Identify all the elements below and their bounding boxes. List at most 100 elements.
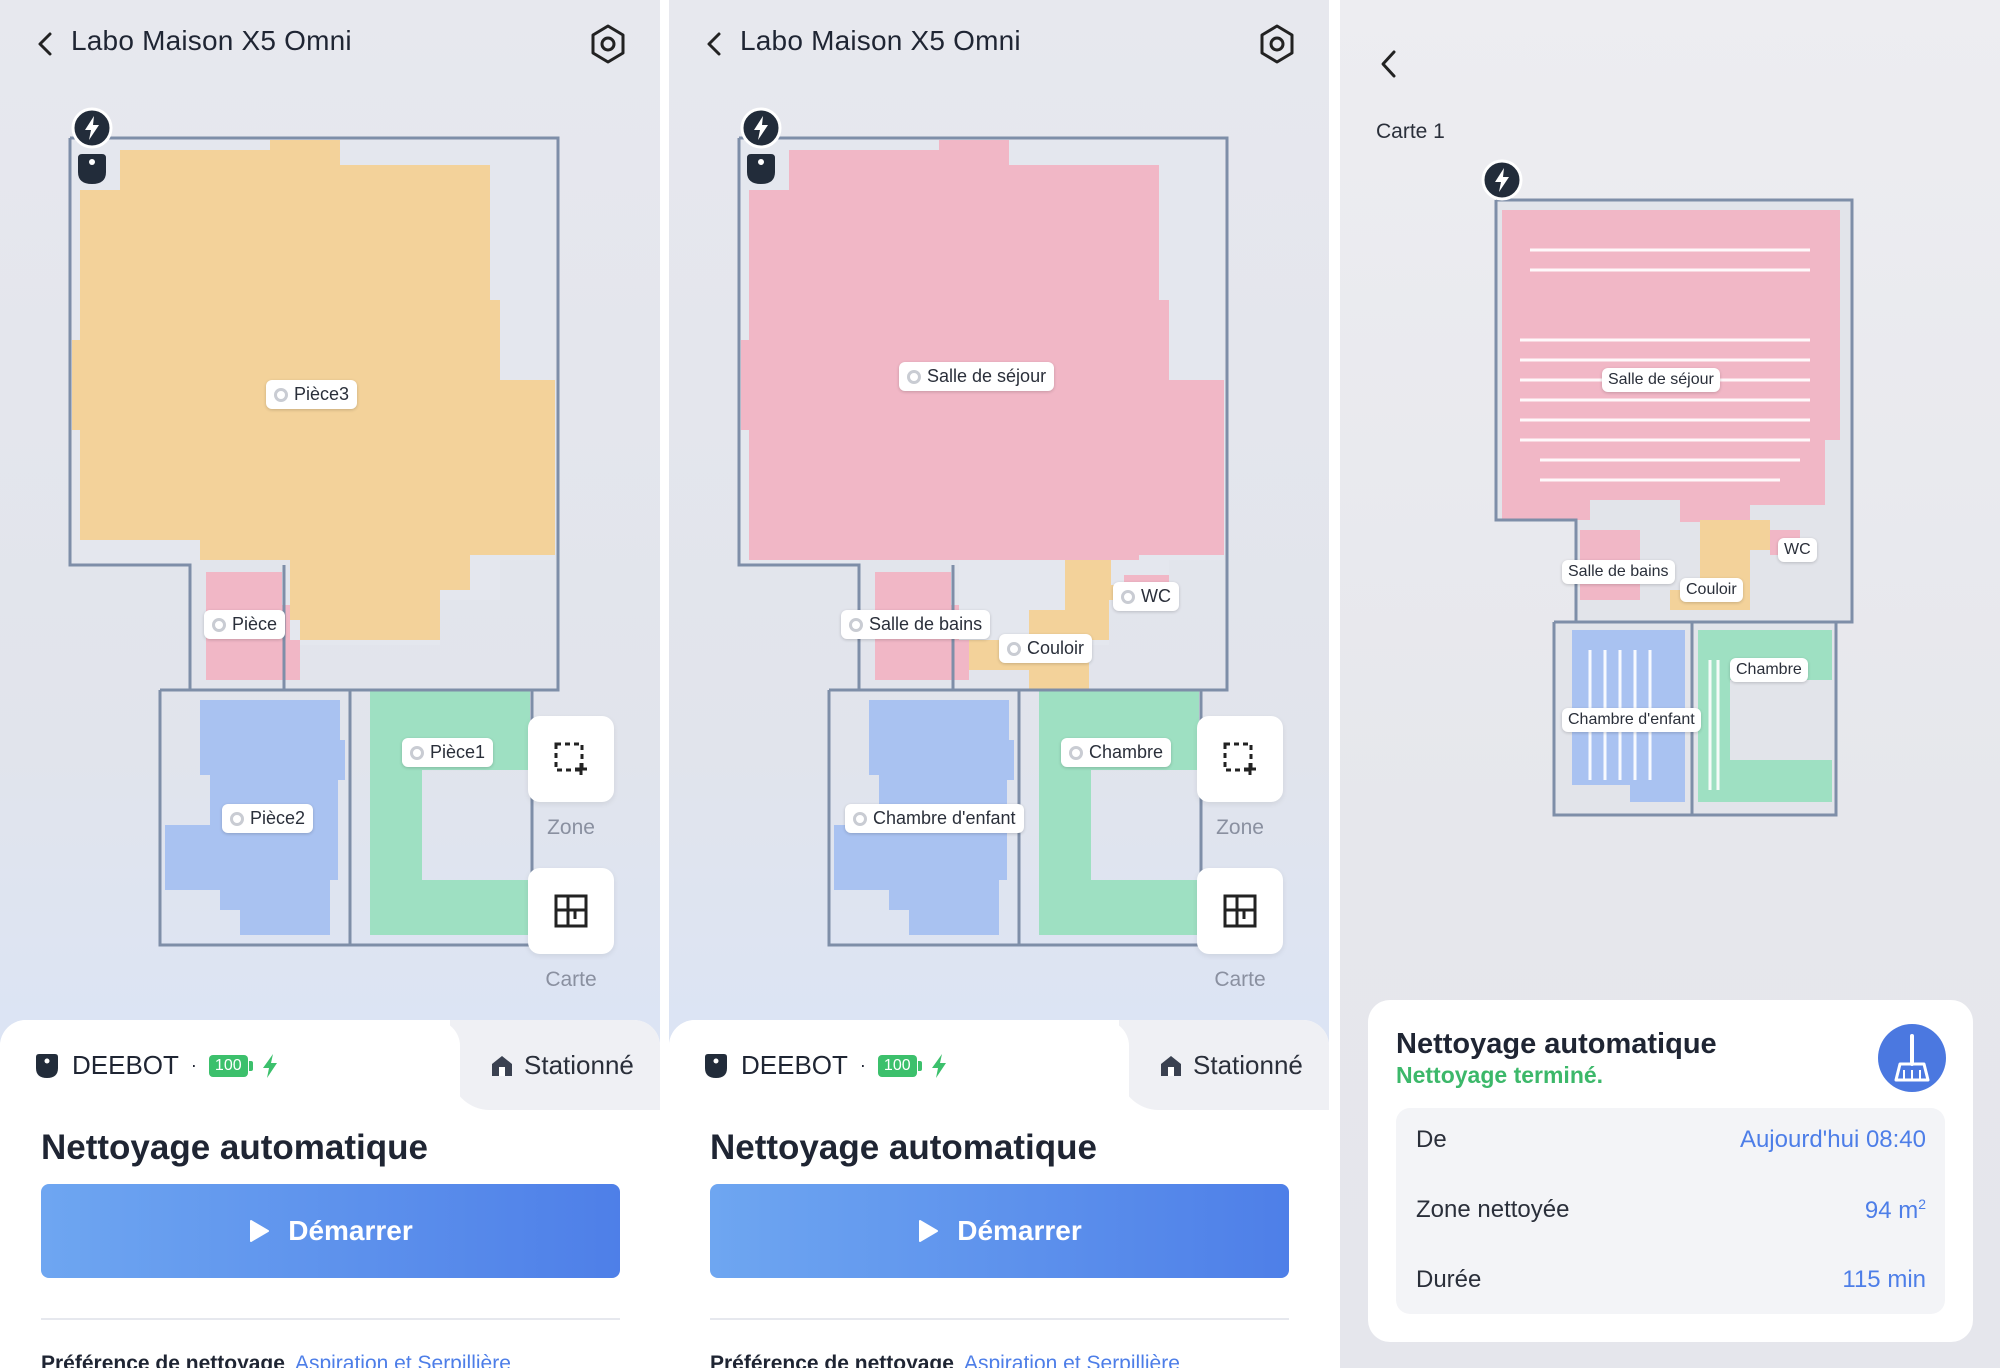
zone-select-icon — [554, 742, 587, 775]
room-select-icon — [907, 369, 921, 384]
page-title: Labo Maison X5 Omni — [71, 25, 352, 56]
zone-caption: Zone — [547, 816, 595, 839]
room-select-icon — [1007, 641, 1021, 656]
back-arrow-icon[interactable] — [697, 26, 733, 62]
start-button[interactable]: Démarrer — [710, 1184, 1289, 1278]
station-label: Stationné — [1193, 1050, 1303, 1080]
summary-row-duration: Durée 115 min — [1416, 1266, 1926, 1293]
battery-badge: 100 — [877, 1054, 922, 1077]
room-label-wc[interactable]: WC — [1113, 582, 1179, 611]
map-label-salle-de-sejour: Salle de séjour — [1602, 368, 1720, 392]
room-select-icon — [1121, 589, 1135, 604]
room-label-piece3[interactable]: Pièce3 — [266, 380, 358, 409]
station-home-icon — [1161, 1055, 1181, 1076]
map-name: Carte 1 — [1376, 120, 1445, 143]
map-label-chambre-denfant: Chambre d'enfant — [1562, 708, 1701, 732]
divider — [41, 1318, 620, 1320]
charging-dock-icon — [71, 107, 113, 149]
room-select-icon — [1069, 745, 1083, 760]
cleaning-preference-link[interactable]: Aspiration et Serpillière — [295, 1352, 511, 1368]
robot-icon — [36, 1053, 58, 1078]
room-select-icon — [212, 617, 226, 632]
map-label-couloir: Couloir — [1680, 578, 1743, 602]
separator — [660, 0, 669, 1368]
station-status[interactable]: Stationné — [490, 1050, 634, 1081]
device-name: DEEBOT — [72, 1050, 179, 1080]
room-label-couloir[interactable]: Couloir — [999, 634, 1093, 663]
room-label-chambre[interactable]: Chambre — [1061, 738, 1172, 767]
robot-icon — [705, 1053, 727, 1078]
zone-button[interactable] — [1197, 716, 1283, 802]
room-select-icon — [853, 811, 867, 826]
room-select-icon — [230, 811, 244, 826]
device-status: DEEBOT · 100 — [34, 1050, 280, 1081]
settings-gear-icon[interactable] — [586, 22, 630, 66]
zone-button[interactable] — [528, 716, 614, 802]
battery-badge: 100 — [208, 1054, 253, 1077]
summary-row-area: Zone nettoyée 94 m2 — [1416, 1195, 1926, 1224]
room-label-salle-de-sejour[interactable]: Salle de séjour — [899, 362, 1055, 391]
play-icon — [250, 1220, 270, 1242]
header: Labo Maison X5 Omni — [669, 0, 1329, 88]
device-name: DEEBOT — [741, 1050, 848, 1080]
separator-dot: · — [859, 1055, 866, 1075]
map-label-salle-de-bains: Salle de bains — [1562, 560, 1675, 584]
room-piece1[interactable] — [370, 690, 530, 935]
summary-status: Nettoyage terminé. — [1396, 1062, 1604, 1088]
station-label: Stationné — [524, 1050, 634, 1080]
play-icon — [919, 1220, 939, 1242]
cleaned-map — [1494, 198, 1854, 817]
page-title: Labo Maison X5 Omni — [740, 25, 1021, 56]
device-status: DEEBOT · 100 — [703, 1050, 949, 1081]
room-salle-de-sejour[interactable] — [741, 140, 1224, 560]
robot-position-icon — [747, 154, 775, 184]
map-label-chambre: Chambre — [1730, 658, 1808, 682]
room-map-icon — [554, 894, 588, 928]
panel-room-map-default: Labo Maison X5 Omni Pièce3 Pièce Pièce1 … — [0, 0, 660, 1368]
station-status[interactable]: Stationné — [1159, 1050, 1303, 1081]
divider — [710, 1318, 1289, 1320]
settings-gear-icon[interactable] — [1255, 22, 1299, 66]
separator — [1329, 0, 1340, 1368]
room-select-icon — [410, 745, 424, 760]
charging-dock-icon — [1481, 159, 1523, 201]
room-label-chambre-denfant[interactable]: Chambre d'enfant — [845, 804, 1024, 833]
room-label-salle-de-bains[interactable]: Salle de bains — [841, 610, 991, 639]
station-home-icon — [492, 1055, 512, 1076]
room-select-icon — [274, 387, 288, 402]
room-map-icon — [1223, 894, 1257, 928]
back-arrow-icon[interactable] — [28, 26, 64, 62]
charging-bolt-icon — [262, 1053, 277, 1078]
carte-button[interactable] — [528, 868, 614, 954]
cleaning-summary-card: Nettoyage automatique Nettoyage terminé.… — [1368, 1000, 1973, 1342]
robot-position-icon — [78, 154, 106, 184]
header: Labo Maison X5 Omni — [0, 0, 660, 88]
mode-title: Nettoyage automatique — [710, 1128, 1097, 1167]
start-button[interactable]: Démarrer — [41, 1184, 620, 1278]
mode-title: Nettoyage automatique — [41, 1128, 428, 1167]
zone-select-icon — [1223, 742, 1256, 775]
broom-icon — [1878, 1024, 1946, 1092]
summary-details: De Aujourd'hui 08:40 Zone nettoyée 94 m2… — [1396, 1108, 1945, 1314]
room-select-icon — [849, 617, 863, 632]
cleaning-preference[interactable]: Préférence de nettoyage Aspiration et Ser… — [41, 1352, 511, 1368]
summary-title: Nettoyage automatique — [1396, 1028, 1717, 1060]
room-label-piece2[interactable]: Pièce2 — [222, 804, 314, 833]
map-room-salle-de-sejour — [1502, 210, 1840, 522]
charging-bolt-icon — [931, 1053, 946, 1078]
separator-dot: · — [190, 1055, 197, 1075]
room-chambre[interactable] — [1039, 690, 1199, 935]
map-label-wc: WC — [1778, 538, 1817, 562]
panel-room-map-named: Labo Maison X5 Omni Salle de séjour WC S… — [669, 0, 1329, 1368]
cleaning-preference-link[interactable]: Aspiration et Serpillière — [964, 1352, 1180, 1368]
room-label-piece1[interactable]: Pièce1 — [402, 738, 494, 767]
carte-caption: Carte — [545, 968, 597, 991]
cleaning-preference[interactable]: Préférence de nettoyage Aspiration et Ser… — [710, 1352, 1180, 1368]
carte-caption: Carte — [1214, 968, 1266, 991]
summary-row-start: De Aujourd'hui 08:40 — [1416, 1126, 1926, 1153]
zone-caption: Zone — [1216, 816, 1264, 839]
back-arrow-icon[interactable] — [1372, 44, 1406, 84]
carte-button[interactable] — [1197, 868, 1283, 954]
room-label-piece[interactable]: Pièce — [204, 610, 286, 639]
panel-cleaning-report: Carte 1 Salle de séjour WC Salle de bain… — [1340, 0, 2000, 1368]
